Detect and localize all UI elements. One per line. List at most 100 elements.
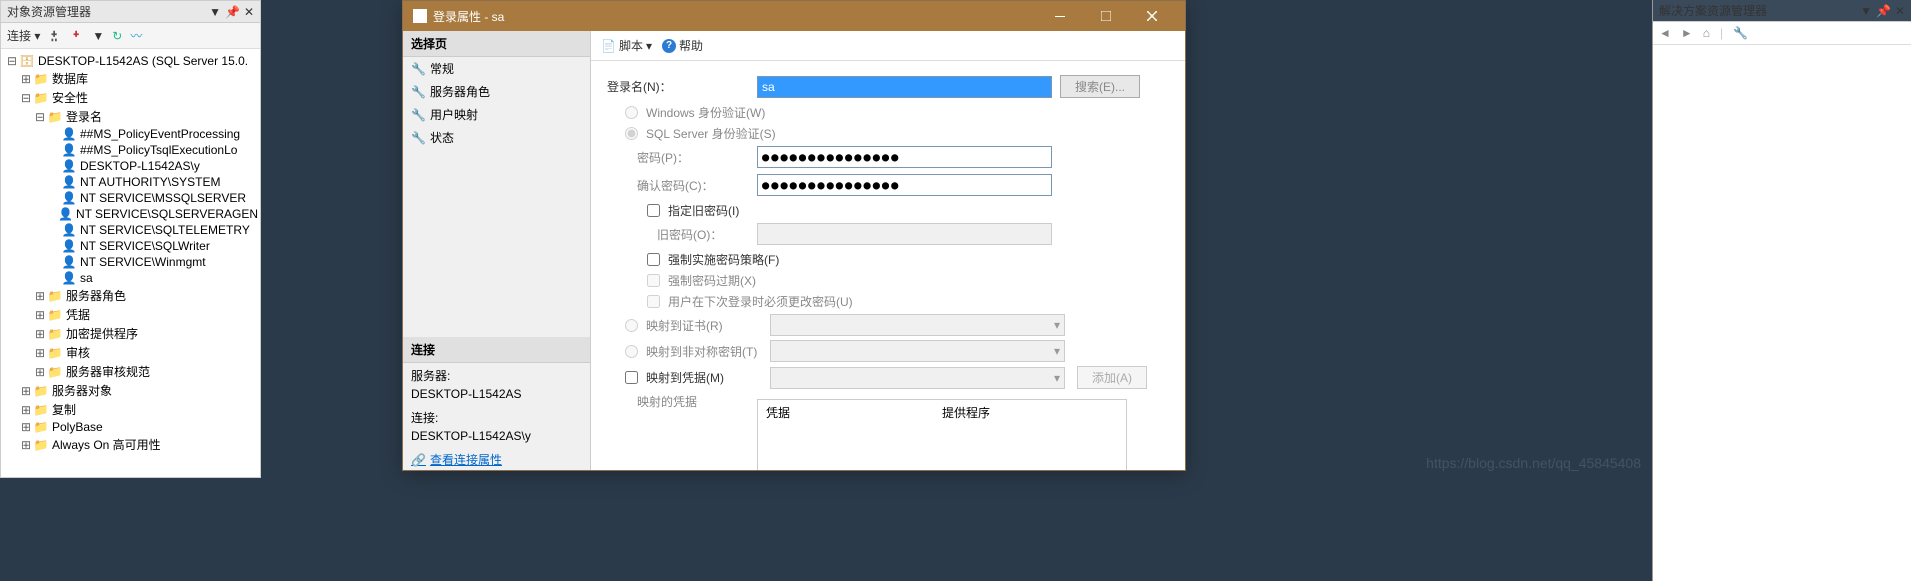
login-properties-dialog: 登录属性 - sa 选择页 🔧常规 🔧服务器角色 🔧用户映射 🔧状态 连接 服务… xyxy=(402,0,1186,471)
expand-icon[interactable]: ⊞ xyxy=(33,289,47,303)
help-button[interactable]: ? 帮助 xyxy=(662,37,703,54)
expand-icon[interactable]: ⊞ xyxy=(33,365,47,379)
tree-security[interactable]: ⊟ 📁 安全性 xyxy=(3,88,258,107)
tree-login-item[interactable]: 👤##MS_PolicyEventProcessing xyxy=(3,126,258,142)
map-cert-radio xyxy=(625,319,638,332)
expand-icon[interactable]: ⊞ xyxy=(19,72,33,86)
dialog-titlebar[interactable]: 登录属性 - sa xyxy=(403,1,1185,31)
close-button[interactable] xyxy=(1129,1,1175,31)
maximize-button[interactable] xyxy=(1083,1,1129,31)
sidebar-page-usermapping[interactable]: 🔧用户映射 xyxy=(403,103,590,126)
tree-login-item[interactable]: 👤NT SERVICE\SQLTELEMETRY xyxy=(3,222,258,238)
sidebar-page-status[interactable]: 🔧状态 xyxy=(403,126,590,149)
tree-server-objects[interactable]: ⊞📁服务器对象 xyxy=(3,381,258,400)
expand-icon[interactable]: ⊞ xyxy=(19,420,33,434)
tree-logins[interactable]: ⊟ 📁 登录名 xyxy=(3,107,258,126)
tree-credentials[interactable]: ⊞📁凭据 xyxy=(3,305,258,324)
pin-icon[interactable]: 📌 xyxy=(1876,4,1891,18)
folder-icon: 📁 xyxy=(33,420,49,434)
tree-login-item-sa[interactable]: 👤sa xyxy=(3,270,258,286)
tree-label: 加密提供程序 xyxy=(66,325,138,342)
expand-icon[interactable]: ⊞ xyxy=(19,438,33,452)
filter-icon[interactable]: ▼ xyxy=(92,29,104,43)
tree-label: 数据库 xyxy=(52,70,88,87)
tree-label: 安全性 xyxy=(52,89,88,106)
expand-icon[interactable]: ⊞ xyxy=(19,403,33,417)
password-input[interactable] xyxy=(757,146,1052,168)
home-icon[interactable]: ⌂ xyxy=(1703,26,1710,40)
forward-icon[interactable]: ► xyxy=(1681,26,1693,40)
tree-databases[interactable]: ⊞ 📁 数据库 xyxy=(3,69,258,88)
server-value: DESKTOP-L1542AS xyxy=(411,385,582,403)
password-label: 密码(P)： xyxy=(607,149,757,166)
disconnect-icon[interactable] xyxy=(70,29,84,43)
user-icon: 👤 xyxy=(61,271,77,285)
collapse-icon[interactable]: ⊟ xyxy=(33,110,47,124)
activity-icon[interactable]: 〰 xyxy=(130,27,142,44)
sidebar-label: 状态 xyxy=(430,129,454,146)
tree-label: 服务器对象 xyxy=(52,382,112,399)
collapse-icon[interactable]: ⊟ xyxy=(19,91,33,105)
tree-server-audit-specs[interactable]: ⊞📁服务器审核规范 xyxy=(3,362,258,381)
user-icon: 👤 xyxy=(61,239,77,253)
view-connection-properties-link[interactable]: 🔗 查看连接属性 xyxy=(403,449,590,470)
tree-login-item[interactable]: 👤##MS_PolicyTsqlExecutionLo xyxy=(3,142,258,158)
tree-login-item[interactable]: 👤NT AUTHORITY\SYSTEM xyxy=(3,174,258,190)
expand-icon[interactable]: ⊞ xyxy=(33,327,47,341)
tree-login-item[interactable]: 👤NT SERVICE\SQLSERVERAGEN xyxy=(3,206,258,222)
tree-crypto[interactable]: ⊞📁加密提供程序 xyxy=(3,324,258,343)
user-icon: 👤 xyxy=(61,127,77,141)
tree-audits[interactable]: ⊞📁审核 xyxy=(3,343,258,362)
tree-login-item[interactable]: 👤NT SERVICE\Winmgmt xyxy=(3,254,258,270)
dropdown-icon[interactable]: ▼ xyxy=(209,5,221,19)
enforce-policy-checkbox[interactable] xyxy=(647,253,660,266)
login-name-input[interactable] xyxy=(757,76,1052,98)
minimize-button[interactable] xyxy=(1037,1,1083,31)
connect-dropdown[interactable]: 连接 ▾ xyxy=(7,27,40,44)
tree-alwayson[interactable]: ⊞📁Always On 高可用性 xyxy=(3,435,258,454)
refresh-icon[interactable]: ↻ xyxy=(112,29,122,43)
script-button[interactable]: 📄 脚本 ▾ xyxy=(601,37,652,54)
close-icon[interactable]: ✕ xyxy=(244,5,254,19)
map-cred-checkbox[interactable] xyxy=(625,371,638,384)
sql-auth-radio-row: SQL Server 身份验证(S) xyxy=(607,125,1169,142)
tree-server-node[interactable]: ⊟ 🗄 DESKTOP-L1542AS (SQL Server 15.0. xyxy=(3,53,258,69)
enforce-expiry-row: 强制密码过期(X) xyxy=(607,272,1169,289)
must-change-row: 用户在下次登录时必须更改密码(U) xyxy=(607,293,1169,310)
tree-label: PolyBase xyxy=(52,420,103,434)
object-explorer-toolbar: 连接 ▾ ▼ ↻ 〰 xyxy=(1,23,260,49)
sidebar-page-general[interactable]: 🔧常规 xyxy=(403,57,590,80)
specify-old-password-row[interactable]: 指定旧密码(I) xyxy=(607,202,1169,219)
confirm-password-input[interactable] xyxy=(757,174,1052,196)
folder-icon: 📁 xyxy=(47,110,63,124)
sidebar-page-serverroles[interactable]: 🔧服务器角色 xyxy=(403,80,590,103)
close-icon[interactable]: ✕ xyxy=(1895,4,1905,18)
search-button[interactable]: 搜索(E)... xyxy=(1060,75,1140,98)
credentials-table: 凭据 提供程序 xyxy=(757,399,1127,470)
select-page-header: 选择页 xyxy=(403,31,590,57)
enforce-policy-row[interactable]: 强制实施密码策略(F) xyxy=(607,251,1169,268)
tree-login-item[interactable]: 👤NT SERVICE\MSSQLSERVER xyxy=(3,190,258,206)
tree-login-item[interactable]: 👤DESKTOP-L1542AS\y xyxy=(3,158,258,174)
collapse-icon[interactable]: ⊟ xyxy=(5,54,19,68)
wrench-icon[interactable]: 🔧 xyxy=(1733,26,1748,40)
pin-icon[interactable]: 📌 xyxy=(225,5,240,19)
tree-replication[interactable]: ⊞📁复制 xyxy=(3,400,258,419)
user-icon: 👤 xyxy=(61,223,77,237)
specify-old-password-checkbox[interactable] xyxy=(647,204,660,217)
map-cred-row[interactable]: 映射到凭据(M) ▾ 添加(A) xyxy=(607,366,1169,389)
tree-server-roles[interactable]: ⊞📁服务器角色 xyxy=(3,286,258,305)
tree-login-item[interactable]: 👤NT SERVICE\SQLWriter xyxy=(3,238,258,254)
back-icon[interactable]: ◄ xyxy=(1659,26,1671,40)
dropdown-icon[interactable]: ▼ xyxy=(1860,4,1872,18)
panel-title-controls: ▼ 📌 ✕ xyxy=(209,5,254,19)
expand-icon[interactable]: ⊞ xyxy=(33,346,47,360)
dialog-sidebar: 选择页 🔧常规 🔧服务器角色 🔧用户映射 🔧状态 连接 服务器: DESKTOP… xyxy=(403,31,591,470)
expand-icon[interactable]: ⊞ xyxy=(19,384,33,398)
tree-label: DESKTOP-L1542AS\y xyxy=(80,159,200,173)
expand-icon[interactable]: ⊞ xyxy=(33,308,47,322)
old-password-input xyxy=(757,223,1052,245)
plug-icon[interactable] xyxy=(48,29,62,43)
user-icon: 👤 xyxy=(61,175,77,189)
tree-polybase[interactable]: ⊞📁PolyBase xyxy=(3,419,258,435)
